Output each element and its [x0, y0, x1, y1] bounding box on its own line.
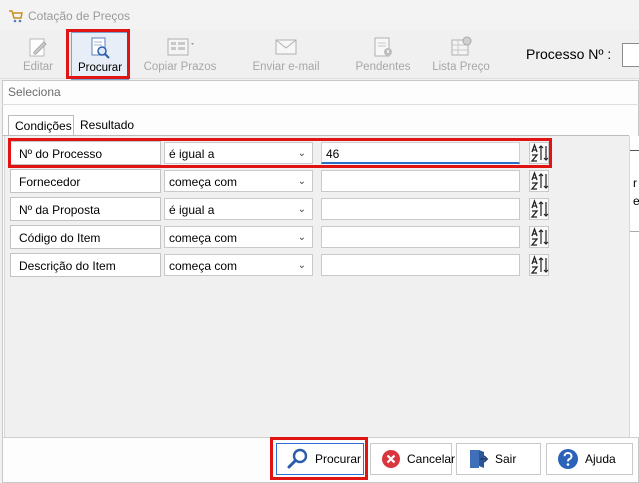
sair-button-label: Sair — [495, 452, 517, 466]
operator-select[interactable]: começa com ⌄ — [164, 170, 313, 192]
ajuda-button[interactable]: Ajuda — [546, 443, 633, 475]
procurar-button[interactable]: Procurar — [276, 443, 364, 475]
search-icon — [287, 448, 308, 469]
background-list-line — [630, 231, 639, 232]
cancel-icon — [382, 450, 400, 468]
copiar-prazos-label: Copiar Prazos — [143, 61, 217, 73]
condition-row-codigo-item: Código do Item começa com ⌄ — [10, 225, 550, 251]
operator-value: começa com — [169, 259, 238, 273]
operator-value: começa com — [169, 231, 238, 245]
cancelar-button[interactable]: Cancelar — [370, 443, 456, 475]
document-search-icon — [91, 37, 110, 59]
condition-row-fornecedor: Fornecedor começa com ⌄ — [10, 169, 550, 195]
chevron-down-icon: ⌄ — [297, 176, 306, 187]
enviar-email-button[interactable]: Enviar e-mail — [248, 32, 324, 78]
editar-button[interactable]: Editar — [10, 32, 66, 78]
background-list-line — [630, 150, 639, 151]
enviar-email-label: Enviar e-mail — [252, 61, 320, 73]
operator-select[interactable]: é igual a ⌄ — [164, 142, 313, 164]
pendentes-label: Pendentes — [355, 61, 411, 73]
procurar-toolbar-button[interactable]: Procurar — [71, 32, 129, 80]
operator-value: é igual a — [169, 203, 215, 217]
app-icon — [9, 10, 23, 23]
help-icon — [558, 449, 578, 469]
field-label: Fornecedor — [10, 169, 161, 193]
operator-select[interactable]: começa com ⌄ — [164, 254, 313, 276]
chevron-down-icon: ⌄ — [297, 260, 306, 271]
field-label: Descrição do Item — [10, 253, 161, 277]
value-input[interactable]: 46 — [321, 142, 520, 164]
operator-value: começa com — [169, 175, 238, 189]
processo-input[interactable] — [622, 43, 639, 67]
field-label: Nº do Processo — [10, 141, 161, 165]
chevron-down-icon: ⌄ — [297, 148, 306, 159]
condition-row-processo: Nº do Processo é igual a ⌄ 46 — [10, 141, 550, 167]
exit-door-icon — [470, 450, 489, 468]
copiar-prazos-button[interactable]: Copiar Prazos — [142, 32, 218, 78]
tab-resultado[interactable]: Resultado — [74, 115, 138, 135]
sort-az-icon[interactable] — [529, 198, 549, 220]
sair-button[interactable]: Sair — [456, 443, 541, 475]
background-list-letter: r — [633, 176, 637, 190]
value-input[interactable] — [321, 198, 520, 220]
window-title: Cotação de Preços — [28, 9, 131, 23]
copy-dates-icon — [167, 38, 194, 56]
value-input[interactable] — [321, 226, 520, 248]
background-list-letter: e — [633, 194, 639, 208]
sort-az-icon[interactable] — [529, 226, 549, 248]
sort-az-icon[interactable] — [529, 254, 549, 276]
operator-select[interactable]: começa com ⌄ — [164, 226, 313, 248]
procurar-button-label: Procurar — [315, 452, 362, 466]
chevron-down-icon: ⌄ — [297, 232, 306, 243]
ajuda-button-label: Ajuda — [585, 452, 616, 466]
processo-label: Processo Nº : — [526, 46, 612, 62]
email-icon — [275, 39, 297, 55]
editar-label: Editar — [22, 61, 54, 73]
lista-preco-button[interactable]: Lista Preço — [430, 32, 492, 78]
chevron-down-icon: ⌄ — [297, 204, 306, 215]
button-bar-separator — [2, 437, 639, 438]
condition-row-proposta: Nº da Proposta é igual a ⌄ — [10, 197, 550, 223]
sort-az-icon[interactable] — [529, 142, 549, 164]
pendentes-button[interactable]: Pendentes — [352, 32, 414, 78]
dialog-title-separator — [2, 104, 639, 105]
sort-az-icon[interactable] — [529, 170, 549, 192]
dialog-title: Seleciona — [8, 85, 61, 99]
value-input[interactable] — [321, 170, 520, 192]
procurar-label: Procurar — [77, 62, 123, 74]
edit-icon — [29, 38, 47, 57]
condition-row-descricao-item: Descrição do Item começa com ⌄ — [10, 253, 550, 279]
price-list-icon — [451, 36, 472, 56]
cancelar-button-label: Cancelar — [407, 452, 456, 466]
operator-select[interactable]: é igual a ⌄ — [164, 198, 313, 220]
value-input[interactable] — [321, 254, 520, 276]
pending-list-icon — [374, 37, 392, 57]
tab-condicoes[interactable]: Condições — [8, 115, 74, 136]
field-label: Código do Item — [10, 225, 161, 249]
field-label: Nº da Proposta — [10, 197, 161, 221]
operator-value: é igual a — [169, 147, 215, 161]
lista-preco-label: Lista Preço — [432, 61, 490, 73]
